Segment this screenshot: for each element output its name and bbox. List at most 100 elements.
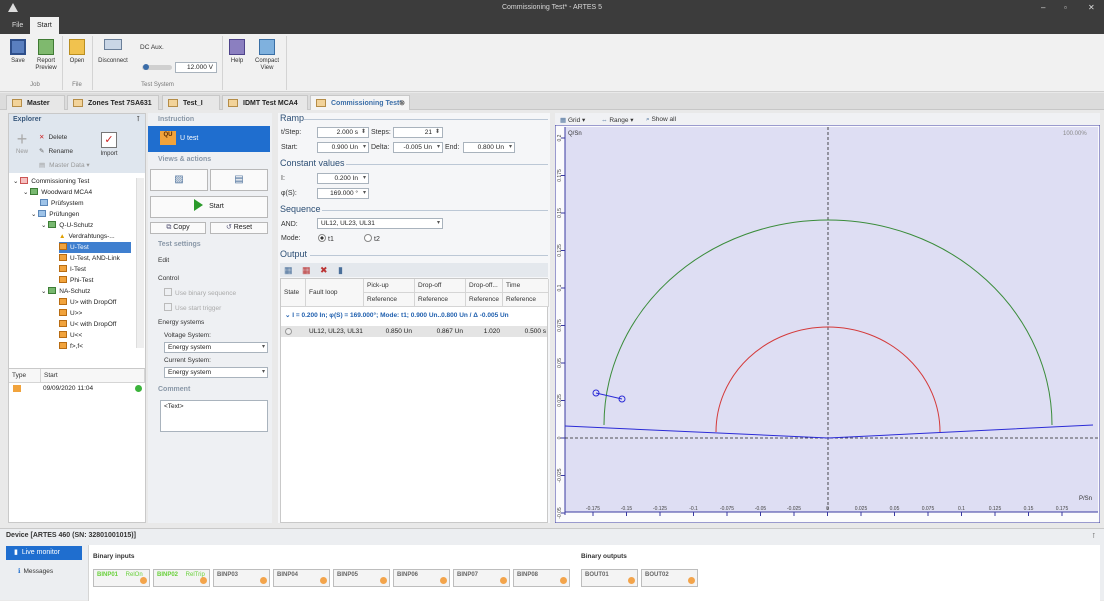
tree-item[interactable]: ⌄ NA-Schutz bbox=[41, 286, 90, 297]
tree-item[interactable]: I-Test bbox=[59, 264, 86, 275]
start-button[interactable]: Start bbox=[150, 196, 268, 218]
view-diagram-button[interactable]: ▨ bbox=[150, 169, 208, 191]
live-monitor-tab[interactable]: ▮ Live monitor bbox=[6, 546, 82, 560]
rename-button[interactable]: ✎ Rename bbox=[39, 147, 73, 155]
tree-item[interactable]: U<< bbox=[59, 330, 82, 341]
help-button[interactable]: Help bbox=[227, 39, 247, 65]
tree-item[interactable]: U>> bbox=[59, 308, 82, 319]
tab-idmt-test[interactable]: IDMT Test MCA4 bbox=[222, 95, 308, 110]
tree-item[interactable]: ⌄ Q-U-Schutz bbox=[41, 220, 93, 231]
col-type[interactable]: Type bbox=[9, 369, 41, 383]
mode-t2-radio[interactable]: t2 bbox=[364, 234, 380, 243]
reset-button[interactable]: ↺ Reset bbox=[210, 222, 268, 234]
col-start[interactable]: Start bbox=[41, 369, 145, 383]
new-button[interactable]: + New bbox=[13, 130, 31, 156]
open-button[interactable]: Open bbox=[66, 39, 88, 65]
binary-input-3[interactable]: BINP03 bbox=[213, 569, 270, 587]
voltage-system-select[interactable]: Energy system bbox=[164, 342, 268, 353]
grid-menu[interactable]: ▦ Grid ▾ bbox=[560, 116, 585, 124]
i-input[interactable]: 0.200 In bbox=[317, 173, 369, 184]
tree-item[interactable]: ▲ Verdrahtungs-... bbox=[59, 231, 115, 242]
phi-input[interactable]: 169.000 ° bbox=[317, 188, 369, 199]
delete-row-icon[interactable]: ▦ bbox=[302, 265, 311, 276]
log-row[interactable]: 09/09/2020 11:04 bbox=[9, 383, 145, 394]
col-dropoff-ratio[interactable]: Drop-off... bbox=[466, 279, 503, 293]
sequence-divider bbox=[322, 210, 548, 211]
col-fault-loop[interactable]: Fault loop bbox=[306, 279, 364, 307]
use-binary-checkbox[interactable]: Use binary sequence bbox=[164, 288, 236, 297]
delete-button[interactable]: ✕ Delete bbox=[39, 133, 67, 141]
binary-input-6[interactable]: BINP06 bbox=[393, 569, 450, 587]
save-button[interactable]: Save bbox=[6, 39, 30, 65]
slider-thumb[interactable] bbox=[143, 64, 149, 70]
tree-item[interactable]: Phi-Test bbox=[59, 275, 93, 286]
binary-input-1[interactable]: BINP01 RelOn bbox=[93, 569, 150, 587]
master-data-button[interactable]: ▤ Master Data ▾ bbox=[39, 161, 90, 169]
compact-view-button[interactable]: Compact View bbox=[253, 39, 281, 72]
tree-item[interactable]: ⌄ Prüfungen bbox=[31, 209, 79, 220]
import-button[interactable]: ✓ Import bbox=[98, 132, 120, 158]
menu-file[interactable]: File bbox=[5, 17, 30, 34]
minimize-button[interactable]: – bbox=[1041, 3, 1045, 12]
col-pickup[interactable]: Pick-up bbox=[364, 279, 415, 293]
binary-input-2[interactable]: BINP02 RelTrip bbox=[153, 569, 210, 587]
warning-icon: ▲ bbox=[59, 233, 66, 240]
tree-item[interactable]: U< with DropOff bbox=[59, 319, 116, 330]
tree-item[interactable]: f>,f< bbox=[59, 341, 83, 352]
disconnect-button[interactable]: Disconnect bbox=[96, 39, 130, 65]
copy-button[interactable]: ⧉ Copy bbox=[150, 222, 206, 234]
menu-start[interactable]: Start bbox=[30, 17, 59, 34]
col-time[interactable]: Time bbox=[503, 279, 549, 293]
report-preview-button[interactable]: Report Preview bbox=[33, 39, 59, 72]
ramp-end-input[interactable]: 0.800 Un bbox=[463, 142, 515, 153]
binary-input-4[interactable]: BINP04 bbox=[273, 569, 330, 587]
binary-input-5[interactable]: BINP05 bbox=[333, 569, 390, 587]
group-row[interactable]: ⌄ I = 0.200 In; φ(S) = 169.000°; Mode: t… bbox=[281, 311, 547, 322]
steps-input[interactable]: 21 bbox=[393, 127, 443, 138]
tree-item[interactable]: U> with DropOff bbox=[59, 297, 116, 308]
reset-icon: ↺ bbox=[225, 224, 234, 231]
view-table-button[interactable]: ▤ bbox=[210, 169, 268, 191]
copy-table-icon[interactable]: ▮ bbox=[338, 265, 343, 276]
tstep-input[interactable]: 2.000 s bbox=[317, 127, 369, 138]
tree-scrollbar[interactable] bbox=[136, 178, 144, 348]
col-state[interactable]: State bbox=[281, 279, 306, 307]
dc-aux-value[interactable]: 12.000 V bbox=[175, 62, 217, 73]
tree-item[interactable]: U-Test, AND-Link bbox=[59, 253, 120, 264]
pin-icon[interactable]: ⊺ bbox=[136, 114, 140, 126]
ramp-delta-input[interactable]: -0.005 Un bbox=[393, 142, 443, 153]
col-dropoff[interactable]: Drop-off bbox=[415, 279, 466, 293]
current-system-select[interactable]: Energy system bbox=[164, 367, 268, 378]
mode-t1-radio[interactable]: t1 bbox=[318, 234, 334, 243]
tree-item[interactable]: ⌄ Woodward MCA4 bbox=[23, 187, 92, 198]
dc-aux-slider[interactable] bbox=[142, 64, 172, 70]
close-button[interactable]: ✕ bbox=[1088, 3, 1095, 12]
tree-item-u-test[interactable]: U-Test bbox=[59, 242, 131, 253]
show-all-button[interactable]: ⌕ Show all bbox=[646, 116, 676, 124]
table-row[interactable]: UL12, UL23, UL31 0.850 Un 0.867 Un 1.020… bbox=[281, 326, 547, 337]
log-list: Type Start 09/09/2020 11:04 bbox=[9, 368, 145, 522]
and-select[interactable]: UL12, UL23, UL31 bbox=[317, 218, 443, 229]
use-start-checkbox[interactable]: Use start trigger bbox=[164, 303, 221, 312]
pq-diagram[interactable]: -0.175 -0.15 -0.125 -0.1 -0.075 -0.05 -0.025 0 0… bbox=[555, 125, 1100, 523]
tab-zones-test[interactable]: Zones Test 7SA631 bbox=[67, 95, 159, 110]
binary-output-1[interactable]: BOUT01 bbox=[581, 569, 638, 587]
tree-item[interactable]: ⌄ Commissioning Test bbox=[13, 176, 89, 187]
ramp-start-input[interactable]: 0.900 Un bbox=[317, 142, 369, 153]
comment-textarea[interactable]: <Text> bbox=[160, 400, 268, 432]
tab-master-data[interactable]: Master data bbox=[6, 95, 65, 122]
messages-tab[interactable]: ℹ Messages bbox=[18, 567, 53, 575]
tab-commissioning-test[interactable]: Commissioning Test* ⊗ bbox=[310, 95, 410, 110]
range-menu[interactable]: ⇔ Range ▾ bbox=[601, 116, 634, 124]
binary-input-8[interactable]: BINP08 bbox=[513, 569, 570, 587]
pin-icon[interactable]: ⊺ bbox=[1092, 532, 1096, 540]
tree-item[interactable]: Prüfsystem bbox=[40, 198, 84, 209]
edit-link[interactable]: Edit bbox=[158, 257, 169, 264]
binary-input-7[interactable]: BINP07 bbox=[453, 569, 510, 587]
maximize-button[interactable]: ▫ bbox=[1064, 3, 1067, 12]
close-tab-icon[interactable]: ⊗ bbox=[399, 96, 405, 111]
tab-test-i[interactable]: Test_I bbox=[162, 95, 220, 110]
add-row-icon[interactable]: ▦ bbox=[284, 265, 293, 276]
clear-icon[interactable]: ✖ bbox=[320, 265, 328, 276]
binary-output-2[interactable]: BOUT02 bbox=[641, 569, 698, 587]
